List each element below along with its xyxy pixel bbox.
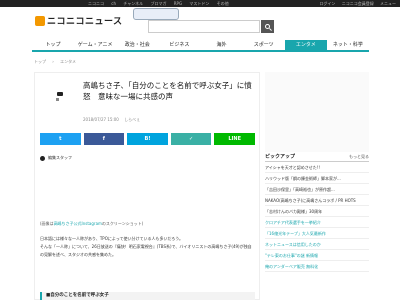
breadcrumb-separator: › bbox=[52, 59, 54, 64]
sidebar-item[interactable]: 「志村けんのバカ殿様」30周年 bbox=[265, 206, 369, 217]
nav-tab-net-science[interactable]: ネット・科学 bbox=[327, 40, 369, 50]
breadcrumb: トップ › エンタメ bbox=[34, 59, 81, 65]
facebook-share-button[interactable]: f bbox=[83, 133, 125, 145]
article-paragraph: 日本語には様々な一人称があり、TPOによって使い分けている人も多いだろう。 bbox=[40, 236, 184, 241]
search-button[interactable] bbox=[261, 20, 274, 33]
top-right-links: ログイン ニコニコ会員登録 メニュー bbox=[314, 0, 396, 7]
sidebar-more-link[interactable]: もっと見る bbox=[349, 152, 369, 162]
image-caption: (画像は高嶋ちさ子公式Instagramのスクリーンショット) bbox=[40, 221, 143, 227]
sidebar-item[interactable]: ハリウッド版「鋼の錬金術師」脚本家が... bbox=[265, 173, 369, 184]
site-logo[interactable]: ニコニコニュース bbox=[35, 14, 123, 27]
breadcrumb-top[interactable]: トップ bbox=[34, 59, 46, 64]
author-name[interactable]: 編集スタッフ bbox=[48, 155, 72, 161]
sidebar-item[interactable]: 「吉田沙保里」「高崎裕也」が原作超... bbox=[265, 184, 369, 195]
article-paragraph: そんな「一人称」について、26日放送の『痛快！明石家電視台』(TBS系)で、バイ… bbox=[40, 244, 252, 257]
top-link-niconico[interactable]: ニコニコ bbox=[88, 1, 104, 6]
twitter-share-button[interactable]: t bbox=[40, 133, 81, 145]
top-link-ch[interactable]: ch bbox=[111, 1, 116, 6]
top-bar: ニコニコ ch チャンネル ブロマガ RPG マストドン その他 ログイン ニコ… bbox=[0, 0, 400, 7]
login-link[interactable]: ログイン bbox=[319, 1, 335, 6]
author-line: 編集スタッフ bbox=[40, 155, 72, 161]
article-date: 2018/07/27 15:00 bbox=[83, 117, 119, 122]
nav-tab-entertainment[interactable]: エンタメ bbox=[284, 40, 327, 50]
header-banner-image[interactable] bbox=[133, 8, 179, 20]
top-link-mastodon[interactable]: マストドン bbox=[189, 1, 209, 6]
line-icon: LINE bbox=[228, 136, 241, 142]
register-link[interactable]: ニコニコ会員登録 bbox=[342, 1, 374, 6]
logo-mark-icon bbox=[35, 15, 45, 26]
sidebar-heading: ピックアップ もっと見る bbox=[265, 152, 369, 162]
top-link-rpg[interactable]: RPG bbox=[174, 1, 182, 6]
nav-tab-business[interactable]: ビジネス bbox=[158, 40, 200, 50]
ad-slot[interactable] bbox=[265, 72, 369, 152]
article-section-heading: ■自分のことを名前で呼ぶ女子 bbox=[40, 292, 255, 300]
sidebar-pickup: ピックアップ もっと見る アイシャを天才と認めさせた!! ハリウッド版「鋼の錬金術… bbox=[265, 152, 369, 272]
nav-tab-politics[interactable]: 政治・社会 bbox=[116, 40, 158, 50]
nav-tab-overseas[interactable]: 海外 bbox=[201, 40, 243, 50]
sidebar-item[interactable]: "テレ東のお仕事"の謎 新情報 bbox=[265, 250, 369, 261]
nav-tab-sports[interactable]: スポーツ bbox=[243, 40, 285, 50]
article-body: 日本語には様々な一人称があり、TPOによって使い分けている人も多いだろう。 そん… bbox=[40, 235, 255, 259]
hatena-share-button[interactable]: B! bbox=[127, 133, 168, 145]
nav-tab-top[interactable]: トップ bbox=[32, 40, 74, 50]
search-icon bbox=[265, 24, 270, 29]
sidebar-item[interactable]: 「16億光年テープ」大人気最新作 bbox=[265, 228, 369, 239]
top-link-channel[interactable]: チャンネル bbox=[123, 1, 143, 6]
author-avatar-icon bbox=[40, 155, 45, 161]
caption-instagram-link[interactable]: 高嶋ちさ子公式Instagram bbox=[54, 221, 102, 226]
article-title: 高嶋ちさ子、「自分のことを名前で呼ぶ女子」に憤怒 意味な一場に共感の声 bbox=[83, 81, 252, 101]
top-link-other[interactable]: その他 bbox=[217, 1, 229, 6]
category-nav: トップ ゲーム・アニメ 政治・社会 ビジネス 海外 スポーツ エンタメ ネット・… bbox=[32, 40, 369, 52]
sidebar-item[interactable]: クロアチア代表選手を一挙紹介 bbox=[265, 217, 369, 228]
sidebar-item[interactable]: ネットニュースは信用したのか bbox=[265, 239, 369, 250]
facebook-icon: f bbox=[102, 136, 105, 142]
search-input[interactable] bbox=[148, 20, 260, 33]
sidebar-item[interactable]: 俺のアンダーベア販売 無料化 bbox=[265, 261, 369, 272]
caption-prefix: (画像は bbox=[40, 221, 54, 226]
hatena-icon: B! bbox=[144, 136, 151, 142]
logo-text: ニコニコニュース bbox=[47, 17, 123, 27]
article-meta: 2018/07/27 15:00 しらべぇ bbox=[83, 117, 144, 123]
share-buttons: t f B! ✓ LINE bbox=[40, 133, 255, 145]
twitter-icon: t bbox=[59, 136, 62, 142]
nav-tab-game-anime[interactable]: ゲーム・アニメ bbox=[74, 40, 116, 50]
line-share-button[interactable]: LINE bbox=[214, 133, 255, 145]
pocket-icon: ✓ bbox=[188, 136, 194, 142]
menu-link[interactable]: メニュー bbox=[380, 1, 396, 6]
sidebar-item[interactable]: NAKAO(高嶋ちさ子)に高嶋さんコラボ / PR HOTS bbox=[265, 195, 369, 206]
sidebar-item[interactable]: アイシャを天才と認めさせた!! bbox=[265, 162, 369, 173]
caption-suffix: のスクリーンショット) bbox=[101, 221, 144, 226]
article-source[interactable]: しらべぇ bbox=[124, 117, 140, 122]
breadcrumb-entertainment[interactable]: エンタメ bbox=[60, 59, 76, 64]
article-thumbnail-image bbox=[56, 92, 63, 101]
top-link-blomaga[interactable]: ブロマガ bbox=[150, 1, 166, 6]
pocket-share-button[interactable]: ✓ bbox=[170, 133, 212, 145]
sidebar-list: アイシャを天才と認めさせた!! ハリウッド版「鋼の錬金術師」脚本家が... 「吉田沙… bbox=[265, 162, 369, 272]
sidebar-heading-label: ピックアップ bbox=[265, 154, 296, 160]
top-links: ニコニコ ch チャンネル ブロマガ RPG マストドン その他 bbox=[88, 0, 235, 7]
